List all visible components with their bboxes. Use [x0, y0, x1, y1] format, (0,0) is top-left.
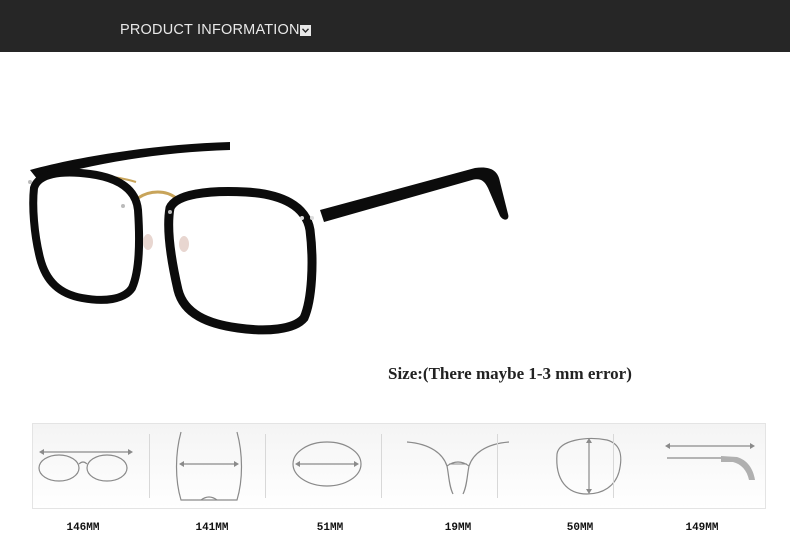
chevron-down-icon[interactable]: [300, 25, 311, 36]
section-title: PRODUCT INFORMATION: [120, 22, 300, 38]
divider: [381, 434, 382, 498]
measurement-label: 146MM: [66, 522, 100, 534]
divider: [497, 434, 498, 498]
measurement-label: 50MM: [566, 522, 594, 534]
size-note: Size:(There maybe 1-3 mm error): [388, 364, 632, 383]
divider: [613, 434, 614, 498]
eyeglasses-icon: [28, 142, 509, 335]
measurement-label: 19MM: [444, 522, 472, 534]
divider: [149, 434, 150, 498]
frame-width-icon: [33, 424, 151, 508]
divider: [265, 434, 266, 498]
measurement-label: 149MM: [685, 522, 719, 534]
lens-height-icon: [527, 424, 645, 508]
dimension-strip: [32, 423, 766, 509]
temple-length-icon: [641, 424, 759, 508]
bridge-width-icon: [399, 424, 517, 508]
header-bar: PRODUCT INFORMATION: [0, 0, 790, 52]
measurement-label: 141MM: [195, 522, 229, 534]
temple-to-temple-icon: [157, 424, 275, 508]
measurement-label: 51MM: [316, 522, 344, 534]
